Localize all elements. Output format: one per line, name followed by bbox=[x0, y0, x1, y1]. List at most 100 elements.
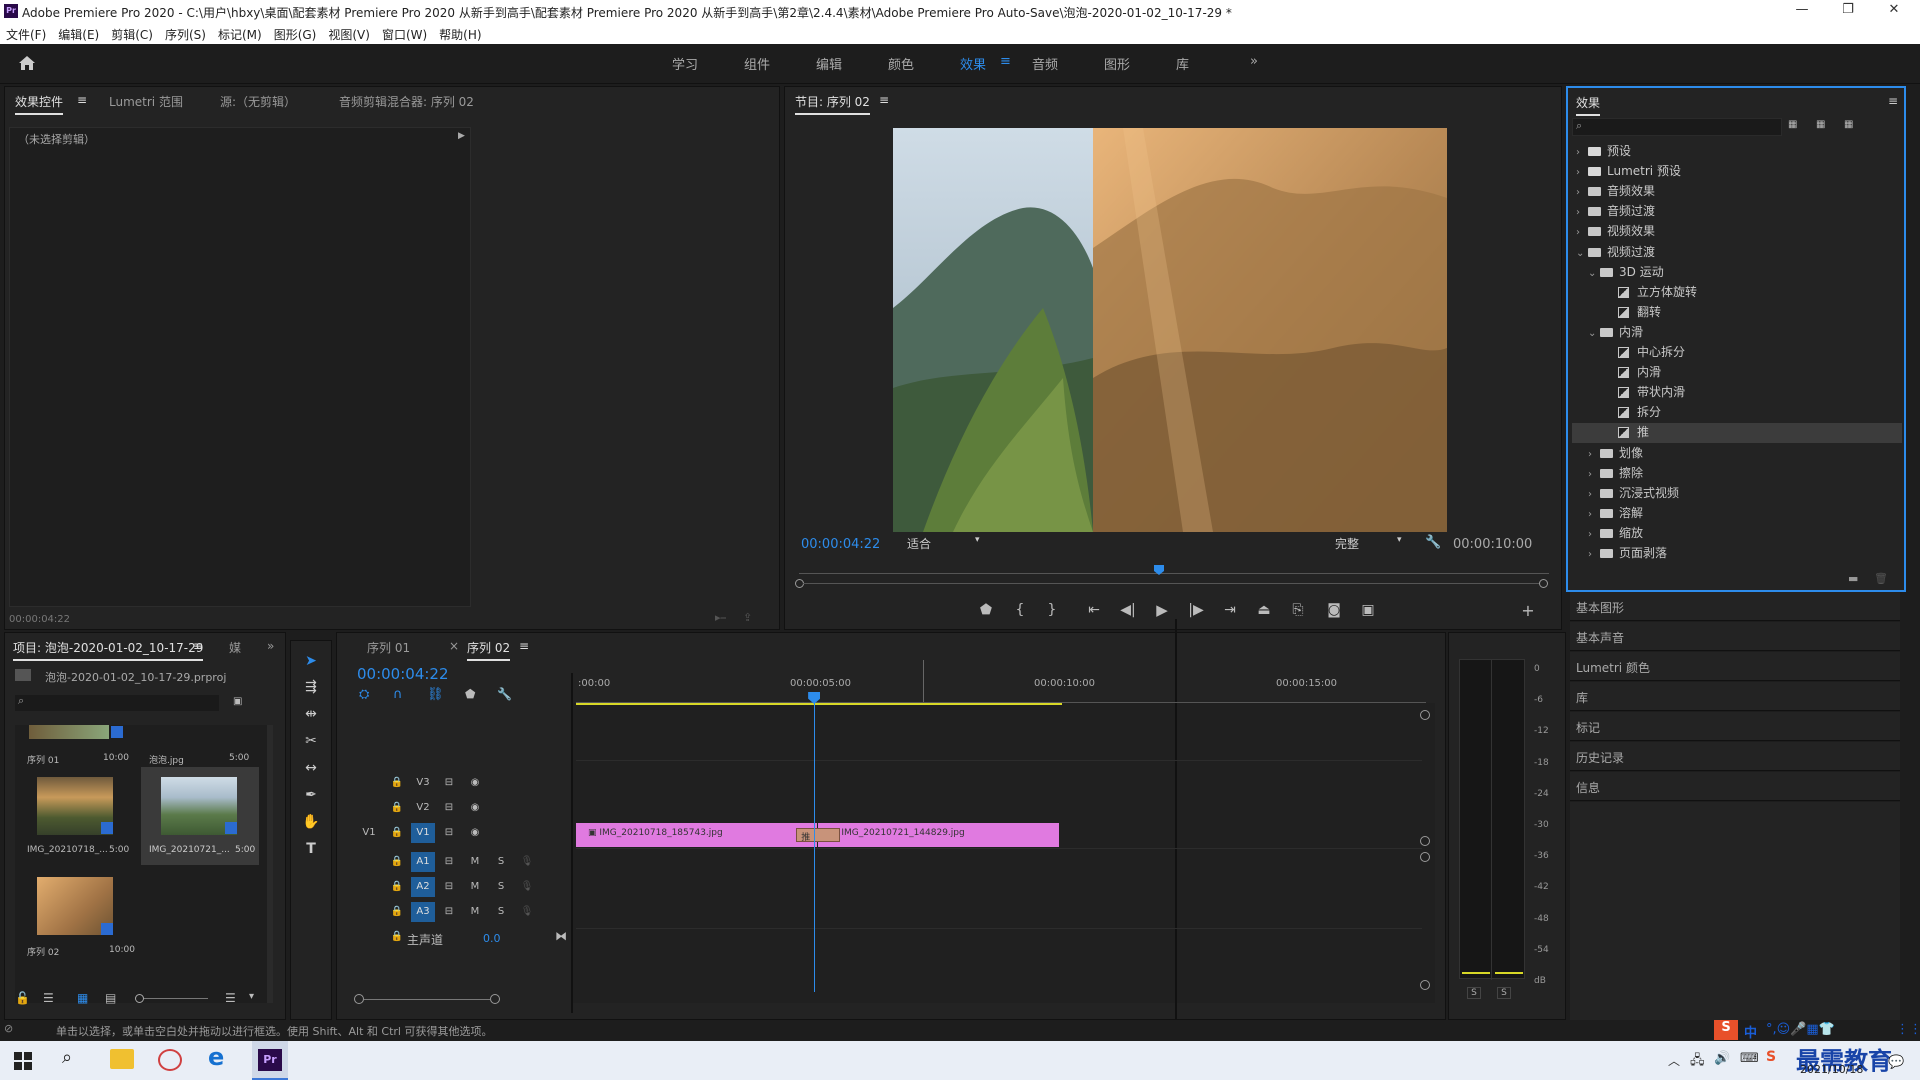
voiceover-mic-icon[interactable]: 🎙 bbox=[515, 902, 539, 922]
tab-effects[interactable]: 效果 bbox=[1576, 94, 1601, 116]
effects-tree-item[interactable]: › 划像 bbox=[1572, 444, 1902, 464]
panel-markers[interactable]: 标记 bbox=[1570, 712, 1900, 741]
panel-lumetri-color[interactable]: Lumetri 颜色 bbox=[1570, 652, 1900, 681]
lift-icon[interactable]: ⏏ bbox=[1251, 602, 1277, 618]
accelerated-effects-icon[interactable]: ▦ bbox=[1788, 119, 1806, 133]
lock-icon[interactable]: 🔓 bbox=[15, 991, 30, 1005]
sync-lock-icon[interactable]: ⊟ bbox=[437, 798, 461, 818]
pen-tool-icon[interactable]: ✒ bbox=[300, 784, 322, 806]
sync-lock-icon[interactable]: ⊟ bbox=[437, 823, 461, 843]
ime-toolbar-icons[interactable]: °,☺🎤▦👕 bbox=[1766, 1022, 1835, 1037]
export-frame-icon[interactable]: ▸⎯ bbox=[715, 611, 726, 625]
timeline-menu-icon[interactable]: ≡ bbox=[519, 639, 529, 653]
menu-view[interactable]: 视图(V) bbox=[322, 24, 376, 43]
program-video-frame[interactable] bbox=[893, 128, 1447, 532]
mute-button[interactable]: M bbox=[463, 852, 487, 872]
sync-lock-icon[interactable]: ⊟ bbox=[437, 877, 461, 897]
program-current-timecode[interactable]: 00:00:04:22 bbox=[801, 537, 880, 552]
voiceover-mic-icon[interactable]: 🎙 bbox=[515, 877, 539, 897]
workspace-learn[interactable]: 学习 bbox=[672, 54, 698, 73]
timeline-track-area[interactable] bbox=[573, 703, 1435, 1003]
slip-tool-icon[interactable]: ↔ bbox=[300, 757, 322, 779]
push-transition[interactable]: 推 bbox=[796, 828, 840, 842]
chevron-right-icon[interactable]: › bbox=[1588, 549, 1600, 560]
quality-dropdown[interactable]: 完整 ▾ bbox=[1335, 535, 1409, 553]
sync-lock-icon[interactable]: ⊟ bbox=[437, 773, 461, 793]
chevron-right-icon[interactable]: › bbox=[1588, 489, 1600, 500]
selection-tool-icon[interactable]: ➤ bbox=[300, 650, 322, 672]
zoom-handle-right[interactable] bbox=[1539, 579, 1548, 588]
eye-icon[interactable]: ◉ bbox=[463, 773, 487, 793]
expand-right-icon[interactable]: ▶ bbox=[458, 131, 465, 141]
file-explorer-icon[interactable] bbox=[110, 1049, 134, 1069]
extract-icon[interactable]: ⎘ bbox=[1285, 602, 1311, 618]
chevron-right-icon[interactable]: › bbox=[1576, 227, 1588, 238]
effect-controls-menu-icon[interactable]: ≡ bbox=[77, 93, 87, 107]
panel-info[interactable]: 信息 bbox=[1570, 772, 1900, 801]
list-view-icon[interactable]: ☰ bbox=[43, 991, 54, 1005]
solo-button[interactable]: S bbox=[489, 852, 513, 872]
tab-lumetri-scopes[interactable]: Lumetri 范围 bbox=[109, 93, 183, 110]
menu-window[interactable]: 窗口(W) bbox=[376, 24, 433, 43]
wrench-icon[interactable]: 🔧 bbox=[1425, 535, 1441, 550]
effects-tree-item[interactable]: › 沉浸式视频 bbox=[1572, 484, 1902, 504]
menu-edit[interactable]: 编辑(E) bbox=[52, 24, 105, 43]
workspace-effects[interactable]: 效果 bbox=[960, 54, 986, 73]
tab-source[interactable]: 源:（无剪辑） bbox=[220, 93, 296, 110]
step-back-icon[interactable]: ◀| bbox=[1115, 602, 1141, 618]
project-menu-icon[interactable]: ≡ bbox=[193, 639, 203, 653]
mark-out-icon[interactable]: } bbox=[1039, 602, 1065, 618]
effects-tree-item[interactable]: › 缩放 bbox=[1572, 524, 1902, 544]
program-zoom-bar[interactable] bbox=[803, 583, 1539, 584]
chevron-down-icon[interactable]: ⌄ bbox=[1576, 248, 1588, 259]
step-forward-icon[interactable]: |▶ bbox=[1183, 602, 1209, 618]
workspace-editing[interactable]: 编辑 bbox=[816, 54, 842, 73]
close-button[interactable]: ✕ bbox=[1874, 2, 1914, 22]
mark-in-icon[interactable]: { bbox=[1007, 602, 1033, 618]
go-to-end-icon[interactable]: ⧓ bbox=[555, 929, 567, 943]
solo-button[interactable]: S bbox=[489, 877, 513, 897]
track-label[interactable]: A1 bbox=[411, 852, 435, 872]
close-tab-icon[interactable]: × bbox=[449, 639, 459, 653]
panel-essential-sound[interactable]: 基本声音 bbox=[1570, 622, 1900, 651]
effects-tree-item[interactable]: ⌄ 内滑 bbox=[1572, 323, 1902, 343]
show-hidden-icons-icon[interactable]: ︿ bbox=[1668, 1052, 1680, 1069]
new-bin-icon[interactable]: ▬ bbox=[1848, 572, 1858, 585]
effects-tree-item[interactable]: › 音频效果 bbox=[1572, 182, 1902, 202]
effects-tree-item[interactable]: 翻转 bbox=[1572, 303, 1902, 323]
tab-audio-clip-mixer[interactable]: 音频剪辑混合器: 序列 02 bbox=[339, 93, 474, 110]
home-icon[interactable] bbox=[18, 55, 36, 71]
lock-icon[interactable]: 🔒 bbox=[385, 927, 409, 947]
track-label[interactable]: A2 bbox=[411, 877, 435, 897]
effects-tree-item[interactable]: 立方体旋转 bbox=[1572, 283, 1902, 303]
windows-start-icon[interactable] bbox=[14, 1052, 32, 1070]
workspace-libraries[interactable]: 库 bbox=[1176, 54, 1189, 73]
source-patch[interactable]: V1 bbox=[357, 823, 381, 843]
zoom-slider[interactable] bbox=[144, 998, 208, 999]
sogou-ime-icon[interactable]: S bbox=[1714, 1020, 1738, 1040]
voiceover-mic-icon[interactable]: 🎙 bbox=[515, 852, 539, 872]
ime-grid-icon[interactable]: ⋮⋮ bbox=[1896, 1022, 1920, 1037]
add-marker-icon[interactable]: ⬟ bbox=[465, 687, 475, 701]
effects-search-input[interactable]: ⌕ bbox=[1572, 118, 1782, 136]
effects-tree-item[interactable]: 内滑 bbox=[1572, 363, 1902, 383]
effects-tree-item[interactable]: › 溶解 bbox=[1572, 504, 1902, 524]
chevron-right-icon[interactable]: › bbox=[1588, 509, 1600, 520]
icon-view-icon[interactable]: ▦ bbox=[77, 991, 88, 1005]
workspace-audio[interactable]: 音频 bbox=[1032, 54, 1058, 73]
mute-button[interactable]: M bbox=[463, 902, 487, 922]
minimize-button[interactable]: — bbox=[1782, 2, 1822, 22]
work-area-bar[interactable] bbox=[576, 703, 1062, 705]
chevron-right-icon[interactable]: › bbox=[1576, 147, 1588, 158]
workspace-graphics[interactable]: 图形 bbox=[1104, 54, 1130, 73]
go-to-out-icon[interactable]: ⇥ bbox=[1217, 602, 1243, 618]
chevron-right-icon[interactable]: › bbox=[1588, 469, 1600, 480]
panel-libraries[interactable]: 库 bbox=[1570, 682, 1900, 711]
timeline-timecode[interactable]: 00:00:04:22 bbox=[357, 665, 449, 683]
chevron-right-icon[interactable]: › bbox=[1576, 207, 1588, 218]
solo-button[interactable]: S bbox=[489, 902, 513, 922]
sync-lock-icon[interactable]: ⊟ bbox=[437, 902, 461, 922]
add-marker-icon[interactable]: ⬟ bbox=[973, 602, 999, 618]
track-label[interactable]: V1 bbox=[411, 823, 435, 843]
maximize-button[interactable]: ❐ bbox=[1828, 2, 1868, 22]
